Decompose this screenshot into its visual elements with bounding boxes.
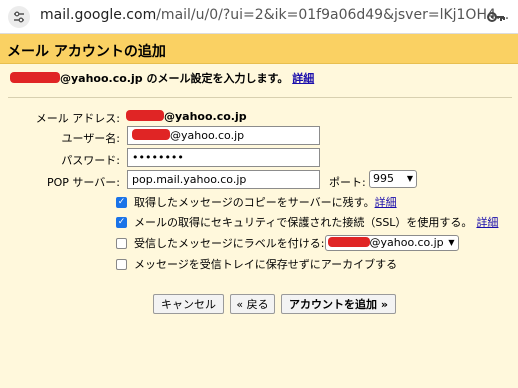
divider (8, 97, 512, 98)
redacted-username (10, 72, 60, 83)
username-label: ユーザー名: (61, 132, 121, 145)
intro-text: @yahoo.co.jp のメール設定を入力します。 詳細 (10, 70, 314, 86)
port-select[interactable]: 995 ▼ (369, 170, 417, 188)
email-label: メール アドレス: (35, 112, 120, 125)
username-field[interactable]: @yahoo.co.jp (127, 126, 320, 145)
email-value: @yahoo.co.jp (126, 110, 247, 123)
chevron-down-icon: ▼ (448, 238, 455, 247)
port-label: ポート: (329, 176, 366, 189)
cancel-button[interactable]: キャンセル (153, 294, 224, 314)
dialog-title: メール アカウントの追加 (7, 44, 166, 60)
key-icon[interactable] (486, 8, 506, 26)
pop-server-field[interactable]: pop.mail.yahoo.co.jp (127, 170, 320, 189)
redacted-label (327, 237, 370, 247)
address-bar[interactable]: mail.google.com/mail/u/0/?ui=2&ik=01f9a0… (0, 0, 518, 34)
intro-suffix: @yahoo.co.jp のメール設定を入力します。 (60, 72, 289, 85)
leave-copy-details-link[interactable]: 詳細 (375, 194, 397, 210)
url-text[interactable]: mail.google.com/mail/u/0/?ui=2&ik=01f9a0… (40, 7, 509, 23)
option-leave-copy[interactable]: ✓ 取得したメッセージのコピーをサーバーに残す。 詳細 (116, 194, 397, 210)
chevron-down-icon: ▼ (406, 174, 413, 183)
option-archive[interactable]: メッセージを受信トレイに保存せずにアーカイブする (116, 256, 397, 272)
checkbox-label-messages[interactable] (116, 237, 127, 249)
tune-icon[interactable] (8, 6, 30, 28)
url-path: /mail/u/0/?ui=2&ik=01f9a06d49&jsver=lKj1… (156, 7, 510, 23)
option-ssl[interactable]: ✓ メールの取得にセキュリティで保護された接続（SSL）を使用する。 詳細 (116, 214, 498, 230)
url-domain: mail.google.com (40, 7, 157, 23)
details-link[interactable]: 詳細 (292, 72, 314, 85)
redacted-username-field (132, 129, 170, 140)
add-account-button[interactable]: アカウントを追加 » (281, 294, 396, 314)
redacted-email (126, 110, 164, 121)
checkbox-ssl[interactable]: ✓ (116, 216, 127, 228)
checkbox-leave-copy[interactable]: ✓ (116, 196, 127, 208)
option-label-messages[interactable]: 受信したメッセージにラベルを付ける: @yahoo.co.jp ▼ (116, 235, 459, 251)
pop-server-label: POP サーバー: (46, 176, 120, 189)
dialog-header: メール アカウントの追加 (0, 34, 518, 64)
password-label: パスワード: (61, 154, 120, 167)
label-select[interactable]: @yahoo.co.jp ▼ (324, 235, 459, 251)
password-field[interactable]: •••••••• (127, 148, 320, 167)
checkbox-archive[interactable] (116, 258, 127, 270)
back-button[interactable]: « 戻る (230, 294, 275, 314)
ssl-details-link[interactable]: 詳細 (476, 214, 498, 230)
